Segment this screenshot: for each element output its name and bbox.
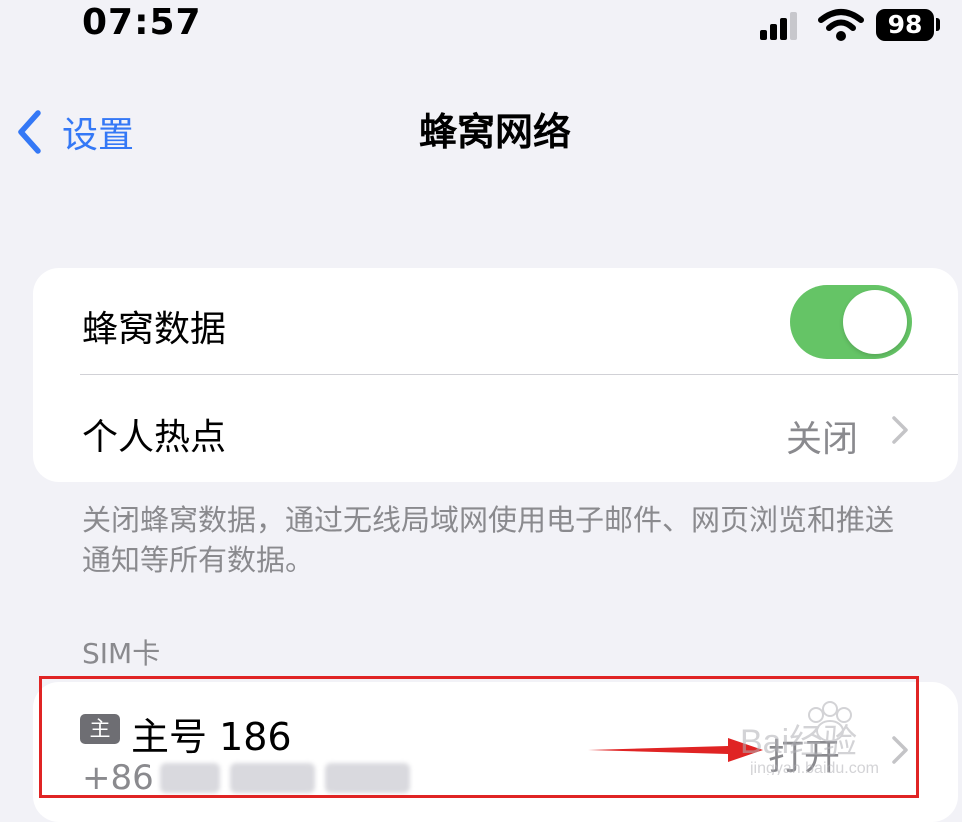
toggle-knob (843, 290, 907, 354)
hotspot-label[interactable]: 个人热点 (82, 408, 226, 460)
divider (80, 374, 958, 375)
wifi-icon (818, 9, 864, 41)
page-title: 蜂窝网络 (418, 110, 571, 154)
cellular-data-label: 蜂窝数据 (82, 309, 227, 350)
cellular-footnote: 关闭蜂窝数据，通过无线局域网使用电子邮件、网页浏览和推送通知等所有数据。 (82, 503, 895, 577)
sim-section-header: SIM卡 (82, 637, 161, 670)
battery-icon: 98 (876, 9, 934, 41)
cellular-signal-icon (760, 12, 800, 40)
status-time: 07:57 (82, 2, 202, 43)
chevron-right-icon (892, 416, 908, 444)
hotspot-value: 关闭 (786, 419, 859, 460)
baidu-watermark-logo: Bai经验 jingyan.baidu.com (740, 701, 879, 775)
cellular-data-toggle[interactable] (790, 285, 912, 359)
battery-nub (936, 18, 940, 31)
watermark-text: Bai经验 (740, 723, 857, 761)
watermark-url: jingyan.baidu.com (749, 760, 879, 775)
